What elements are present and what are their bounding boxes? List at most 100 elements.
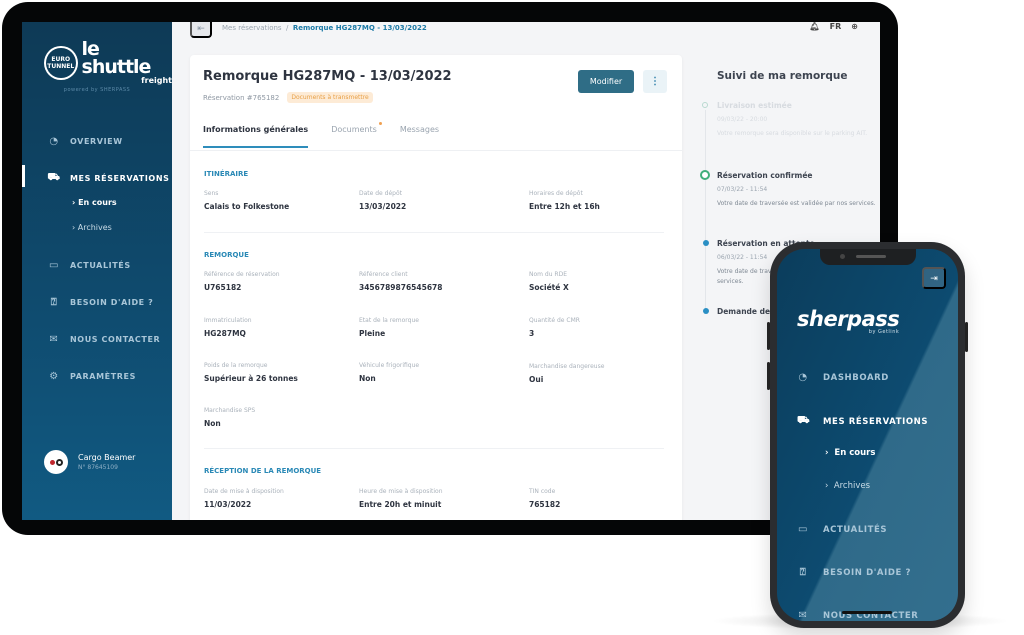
field-value: 3 <box>529 329 535 338</box>
status-badge: Documents à transmettre <box>287 92 373 103</box>
tab-label: Informations générales <box>203 125 309 134</box>
timeline-dot <box>702 102 708 108</box>
sidebar-item-overview[interactable]: ◔ OVERVIEW <box>48 135 123 147</box>
field-value: Non <box>359 374 376 383</box>
subitem-label: Archives <box>77 223 112 232</box>
timeline-line <box>705 110 706 310</box>
field-horaires-depot: Horaires de dépôt Entre 12h et 16h <box>529 190 600 211</box>
phone-nav-help[interactable]: ⍰ BESOIN D'AIDE ? <box>797 567 911 578</box>
sidebar: EURO TUNNEL le shuttle freight powered b… <box>22 22 172 520</box>
logo-circle: EURO TUNNEL <box>44 45 78 80</box>
field-label: Date de mise à disposition <box>204 488 284 495</box>
field-value: Entre 12h et 16h <box>529 202 600 211</box>
menu-expand-icon: ⇥ <box>930 272 938 283</box>
chat-icon: ▭ <box>797 524 809 535</box>
field-label: Quantité de CMR <box>529 317 580 324</box>
phone-subitem-en-cours[interactable]: › En cours <box>825 448 875 458</box>
timeline-date: 07/03/22 - 11:54 <box>717 186 768 193</box>
field-label: Référence client <box>359 271 408 278</box>
gauge-icon: ◔ <box>49 135 59 147</box>
section-title-itineraire: ITINÉRAIRE <box>204 170 249 178</box>
field-tin-code: TIN code 765182 <box>529 488 560 509</box>
breadcrumb-link[interactable]: Mes réservations <box>222 24 282 32</box>
field-label: Etat de la remorque <box>359 317 419 324</box>
tab-messages[interactable]: Messages <box>400 125 439 148</box>
divider <box>204 448 664 449</box>
field-value: Entre 20h et minuit <box>359 500 442 509</box>
tab-label: Messages <box>399 125 440 134</box>
timeline-title: Livraison estimée <box>717 101 792 110</box>
more-options-button[interactable]: ⋮ <box>643 70 667 93</box>
phone-nav-label: DASHBOARD <box>823 372 889 383</box>
phone-screen: ⇥ sherpass by Getlink ◔ DASHBOARD ⛟ MES … <box>777 249 958 621</box>
breadcrumb: Mes réservations / Remorque HG287MQ - 13… <box>222 24 427 32</box>
phone-volume-up <box>767 322 770 350</box>
field-value: Non <box>204 419 221 428</box>
field-value: 13/03/2022 <box>359 202 407 211</box>
phone-power-button <box>965 322 968 352</box>
field-value: 765182 <box>529 500 561 509</box>
sherpass-logo: sherpass by Getlink <box>797 307 900 335</box>
phone-nav-label: ACTUALITÉS <box>823 524 888 535</box>
globe-icon[interactable]: ⊕ <box>851 22 858 31</box>
sidebar-item-reservations[interactable]: ⛟ MES RÉSERVATIONS <box>47 172 170 184</box>
home-indicator <box>842 611 892 614</box>
phone-menu-button[interactable]: ⇥ <box>922 267 946 289</box>
field-value: 11/03/2022 <box>204 500 252 509</box>
tab-label: Documents <box>331 125 377 134</box>
phone-nav-dashboard[interactable]: ◔ DASHBOARD <box>797 372 889 383</box>
phone-volume-down <box>767 362 770 390</box>
sidebar-subitem-archives[interactable]: › Archives <box>72 223 112 232</box>
timeline-title: Réservation confirmée <box>717 171 813 180</box>
sidebar-item-actualites[interactable]: ▭ ACTUALITÉS <box>48 259 131 271</box>
modify-button[interactable]: Modifier <box>578 70 634 93</box>
field-label: Horaires de dépôt <box>529 190 583 197</box>
user-profile[interactable]: Cargo Beamer N° 87645109 <box>44 450 135 474</box>
user-name: Cargo Beamer <box>78 453 136 462</box>
sidebar-subitem-en-cours[interactable]: › En cours <box>72 198 117 207</box>
powered-by: powered by SHERPASS <box>63 87 131 93</box>
field-date-depot: Date de dépôt 13/03/2022 <box>359 190 406 211</box>
subitem-label: Archives <box>833 481 871 491</box>
timeline-description: Votre remorque sera disponible sur le pa… <box>717 130 868 137</box>
reservation-number: Réservation #765182 <box>203 93 280 102</box>
field-immatriculation: Immatriculation HG287MQ <box>204 317 252 338</box>
field-label: Immatriculation <box>204 317 252 324</box>
timeline-dot <box>703 240 709 246</box>
sidebar-item-contact[interactable]: ✉ NOUS CONTACTER <box>48 333 160 345</box>
field-dangereuse: Marchandise dangereuse Oui <box>529 363 604 384</box>
logo-circle-bottom: TUNNEL <box>47 62 75 70</box>
field-label: Poids de la remorque <box>204 362 268 369</box>
bell-icon[interactable]: 🔔︎ <box>810 22 820 31</box>
field-label: TIN code <box>529 488 556 495</box>
eurotunnel-logo[interactable]: EURO TUNNEL le shuttle freight <box>44 40 172 85</box>
reservation-card: Remorque HG287MQ - 13/03/2022 Réservatio… <box>190 55 682 520</box>
phone-nav-label: MES RÉSERVATIONS <box>823 416 929 427</box>
timeline-dot <box>703 308 709 314</box>
field-ref-client: Référence client 3456789876545678 <box>359 271 443 292</box>
tab-documents[interactable]: Documents <box>331 122 382 148</box>
tracking-title: Suivi de ma remorque <box>717 70 848 82</box>
field-etat-remorque: Etat de la remorque Pleine <box>359 317 419 338</box>
phone-nav-reservations[interactable]: ⛟ MES RÉSERVATIONS <box>797 415 928 428</box>
timeline-description: Votre date de traversée est validée par … <box>717 200 876 207</box>
sidebar-item-label: OVERVIEW <box>70 136 123 146</box>
field-value: Pleine <box>359 329 386 338</box>
sidebar-item-settings[interactable]: ⚙ PARAMÈTRES <box>48 370 136 382</box>
collapse-menu-button[interactable]: ⇤ <box>190 22 212 38</box>
phone-nav-actualites[interactable]: ▭ ACTUALITÉS <box>797 524 887 535</box>
field-value: Supérieur à 26 tonnes <box>204 374 298 383</box>
mail-icon: ✉ <box>49 333 59 345</box>
language-selector[interactable]: FR <box>830 22 842 31</box>
user-number: N° 87645109 <box>78 464 118 471</box>
sidebar-item-help[interactable]: ⍰ BESOIN D'AIDE ? <box>48 296 153 308</box>
timeline-event: Livraison estimée 09/03/22 - 20:00 Votre… <box>702 101 877 139</box>
sidebar-item-label: PARAMÈTRES <box>70 371 136 381</box>
gear-icon: ⚙ <box>49 370 59 382</box>
brand-name: sherpass <box>797 307 900 331</box>
phone-notch <box>820 249 916 265</box>
logo-main-text: le shuttle <box>81 38 152 78</box>
tab-informations[interactable]: Informations générales <box>203 125 309 148</box>
phone-subitem-archives[interactable]: › Archives <box>825 481 870 491</box>
notification-dot <box>378 122 382 125</box>
